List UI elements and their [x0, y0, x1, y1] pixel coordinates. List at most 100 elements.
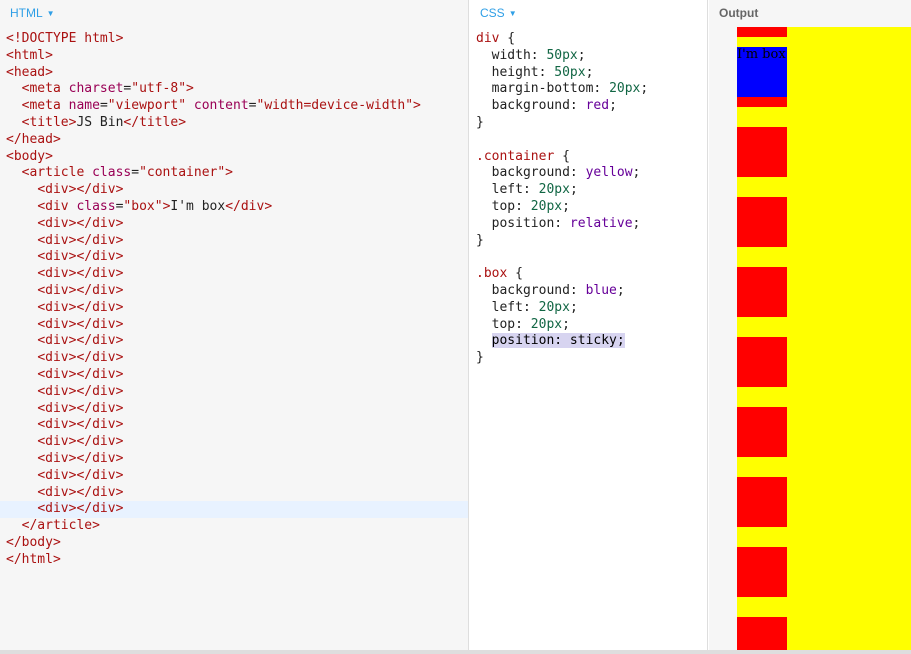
code-token: left: [476, 299, 539, 315]
code-line[interactable]: position: relative; [470, 216, 707, 233]
css-panel-header[interactable]: CSS ▼ [470, 0, 707, 26]
code-line[interactable]: <div></div> [0, 350, 468, 367]
code-line[interactable]: <div></div> [0, 367, 468, 384]
code-line[interactable]: } [470, 115, 707, 132]
code-line[interactable]: <div></div> [0, 300, 468, 317]
code-line[interactable]: <div></div> [0, 485, 468, 502]
code-line[interactable]: top: 20px; [470, 317, 707, 334]
code-token: <div></div> [37, 316, 124, 332]
code-line[interactable]: background: blue; [470, 283, 707, 300]
code-token: <head> [6, 64, 53, 80]
css-panel-label[interactable]: CSS [480, 6, 505, 20]
html-panel-label[interactable]: HTML [10, 6, 43, 20]
code-line[interactable]: margin-bottom: 20px; [470, 81, 707, 98]
code-line[interactable]: left: 20px; [470, 182, 707, 199]
code-line[interactable] [470, 132, 707, 149]
html-code-area[interactable]: <!DOCTYPE html> <html> <head> <meta charse… [0, 31, 468, 569]
code-token: = [99, 98, 108, 114]
code-token: height: [476, 64, 555, 80]
code-line[interactable]: } [470, 350, 707, 367]
code-line[interactable]: <head> [0, 65, 468, 82]
code-line[interactable]: position: sticky; [470, 333, 707, 350]
code-token: <meta [21, 98, 69, 114]
code-line[interactable]: <meta name="viewport" content="width=dev… [0, 98, 468, 115]
code-line[interactable]: </head> [0, 132, 468, 149]
caret-down-icon[interactable]: ▼ [509, 9, 517, 18]
code-token: left: [476, 182, 539, 198]
code-line[interactable]: <div></div> [0, 283, 468, 300]
red-div [737, 197, 787, 247]
code-line[interactable]: <!DOCTYPE html> [0, 31, 468, 48]
code-token: <div></div> [37, 450, 124, 466]
code-token: <div></div> [37, 434, 124, 450]
code-line[interactable]: top: 20px; [470, 199, 707, 216]
html-editor-panel[interactable]: HTML ▼ <!DOCTYPE html> <html> <head> <meta … [0, 0, 469, 650]
css-editor-panel[interactable]: CSS ▼ div { width: 50px; height: 50px; ma… [470, 0, 708, 650]
code-token: ; [577, 47, 586, 63]
code-line[interactable]: background: red; [470, 98, 707, 115]
code-line[interactable]: background: yellow; [470, 165, 707, 182]
code-token: name [68, 98, 100, 114]
caret-down-icon[interactable]: ▼ [47, 9, 55, 18]
code-line[interactable]: <div></div> [0, 501, 468, 519]
red-div [737, 547, 787, 597]
code-line[interactable]: <title>JS Bin</title> [0, 115, 468, 132]
code-line[interactable]: <div></div> [0, 333, 468, 350]
code-line[interactable]: <div></div> [0, 182, 468, 199]
code-line[interactable]: <div></div> [0, 216, 468, 233]
html-panel-header[interactable]: HTML ▼ [0, 0, 468, 26]
code-line[interactable]: } [470, 233, 707, 250]
code-token: 50px [546, 47, 578, 63]
css-code-area[interactable]: div { width: 50px; height: 50px; margin-… [470, 31, 707, 367]
code-token: class [92, 165, 132, 181]
code-token: </title> [123, 114, 187, 130]
code-line[interactable]: </article> [0, 518, 468, 535]
code-line[interactable]: </body> [0, 535, 468, 552]
code-line[interactable]: <meta charset="utf-8"> [0, 81, 468, 98]
code-line[interactable]: <div></div> [0, 384, 468, 401]
code-token: <div [37, 198, 77, 214]
code-line[interactable]: <html> [0, 48, 468, 65]
red-div [737, 127, 787, 177]
code-line[interactable]: width: 50px; [470, 48, 707, 65]
code-token: </head> [6, 131, 61, 147]
code-token: ; [640, 81, 649, 97]
code-line[interactable]: <div></div> [0, 249, 468, 266]
code-token: </html> [6, 551, 61, 567]
code-line[interactable]: div { [470, 31, 707, 48]
code-line[interactable]: <article class="container"> [0, 165, 468, 182]
code-line[interactable] [470, 249, 707, 266]
code-line[interactable]: <div></div> [0, 233, 468, 250]
code-token: "width=device-width" [256, 98, 414, 114]
code-line[interactable]: <div></div> [0, 468, 468, 485]
code-token: > [225, 165, 233, 181]
code-token: ; [569, 299, 578, 315]
code-line[interactable]: height: 50px; [470, 65, 707, 82]
code-line[interactable]: .container { [470, 149, 707, 166]
code-token: <meta [21, 81, 69, 97]
code-line[interactable]: <body> [0, 149, 468, 166]
red-div [737, 337, 787, 387]
code-token: <div></div> [37, 282, 124, 298]
code-line[interactable]: .box { [470, 266, 707, 283]
code-line[interactable]: left: 20px; [470, 300, 707, 317]
code-line[interactable]: <div></div> [0, 266, 468, 283]
code-token: <div></div> [37, 467, 124, 483]
code-line[interactable]: </html> [0, 552, 468, 569]
code-line[interactable]: <div class="box">I'm box</div> [0, 199, 468, 216]
code-token: } [476, 232, 484, 248]
code-token: <div></div> [37, 383, 124, 399]
code-line[interactable]: <div></div> [0, 451, 468, 468]
code-token: .container [476, 148, 555, 164]
code-line[interactable]: <div></div> [0, 434, 468, 451]
code-token: ; [569, 182, 578, 198]
code-token: <div></div> [37, 350, 124, 366]
code-line[interactable]: <div></div> [0, 417, 468, 434]
code-line[interactable]: <div></div> [0, 317, 468, 334]
code-line[interactable]: <div></div> [0, 401, 468, 418]
